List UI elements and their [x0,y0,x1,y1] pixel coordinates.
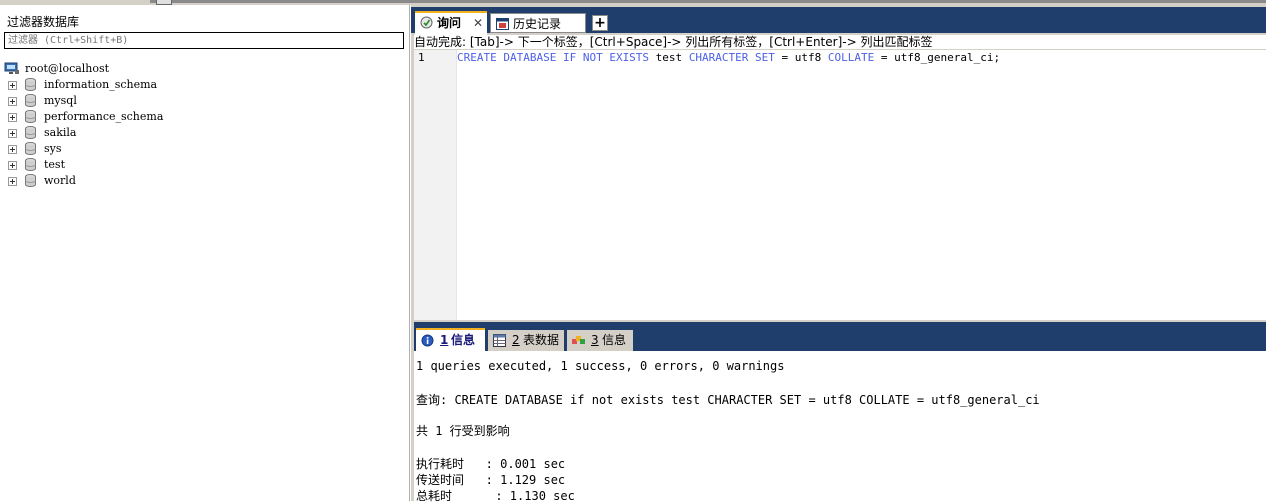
line-number: 1 [418,51,425,64]
result-total-time: 总耗时 : 1.130 sec [416,489,575,503]
filter-input[interactable] [4,32,404,49]
tab-history[interactable]: 历史记录 [490,13,586,33]
tab-query-label: 询问 [437,16,462,30]
result-tab-info-3[interactable]: 3 信息 [567,330,633,351]
expand-icon[interactable] [8,161,17,170]
add-tab-button[interactable]: + [592,15,608,31]
info-icon [421,334,434,347]
database-label: test [44,158,65,171]
server-label: root@localhost [25,62,110,75]
result-transfer-time: 传送时间 : 1.129 sec [416,473,566,487]
expand-icon[interactable] [8,81,17,90]
result-tab-info-num: 1 [440,333,449,347]
result-summary: 1 queries executed, 1 success, 0 errors,… [416,359,785,373]
database-label: mysql [44,94,77,107]
tab-history-label: 历史记录 [513,17,562,31]
table-icon [493,334,506,347]
result-tab-info-3-num: 3 [591,333,599,347]
database-icon [25,78,36,91]
object-browser: 过滤器数据库 root@localhost information_schema… [0,5,410,501]
database-icon [25,126,36,139]
autocomplete-hint: 自动完成: [Tab]-> 下一个标签，[Ctrl+Space]-> 列出所有标… [414,35,1266,49]
result-tab-table-data-num: 2 [512,333,520,347]
database-icon [25,94,36,107]
database-label: world [44,174,76,187]
result-tab-info-label: 信息 [451,333,476,347]
result-tab-bar: 1 信息 2 表数据 3 信息 [414,326,1266,353]
query-area: 询问 ✕ 历史记录 + 自动完成: [Tab]-> 下一个标签，[Ctrl+Sp… [411,5,1266,503]
db-name-token: test [649,51,689,64]
result-tab-info-3-label: 信息 [602,333,627,347]
sql-editor[interactable]: 1 CREATE DATABASE IF NOT EXISTS test CHA… [414,50,1266,320]
result-exec-time: 执行耗时 : 0.001 sec [416,457,566,471]
top-divider [150,0,1266,3]
result-tab-table-data[interactable]: 2 表数据 [488,330,564,351]
filter-title: 过滤器数据库 [7,15,80,29]
close-icon[interactable]: ✕ [473,13,483,33]
database-label: sakila [44,126,77,139]
expand-icon[interactable] [8,177,17,186]
expand-icon[interactable] [8,145,17,154]
line-gutter: 1 [414,50,457,320]
charset-value-token: = utf8 [774,51,828,64]
info-blocks-icon [572,336,585,344]
database-icon [25,142,36,155]
history-icon [496,18,509,30]
expand-icon[interactable] [8,129,17,138]
result-messages: 1 queries executed, 1 success, 0 errors,… [414,351,1266,503]
result-tab-table-data-label: 表数据 [523,333,560,347]
result-tab-info[interactable]: 1 信息 [416,328,485,353]
tab-query[interactable]: 询问 ✕ [415,11,487,35]
result-query: 查询: CREATE DATABASE if not exists test C… [416,393,1040,407]
expand-icon[interactable] [8,113,17,122]
result-affected-rows: 共 1 行受到影响 [416,424,510,438]
database-label: information_schema [44,78,158,91]
query-icon [420,16,433,29]
keyword-character-set: CHARACTER SET [688,51,775,64]
database-icon [25,158,36,171]
expand-icon[interactable] [8,97,17,106]
server-icon [4,62,19,74]
database-icon [25,110,36,123]
collate-value-token: = utf8_general_ci; [874,51,1001,64]
editor-tab-bar: 询问 ✕ 历史记录 + [411,7,1266,35]
database-label: performance_schema [44,110,164,123]
keyword-create-database: CREATE DATABASE IF NOT EXISTS [457,51,650,64]
sql-code-line[interactable]: CREATE DATABASE IF NOT EXISTS test CHARA… [457,51,1000,64]
database-label: sys [44,142,62,155]
database-icon [25,174,36,187]
keyword-collate: COLLATE [827,51,875,64]
